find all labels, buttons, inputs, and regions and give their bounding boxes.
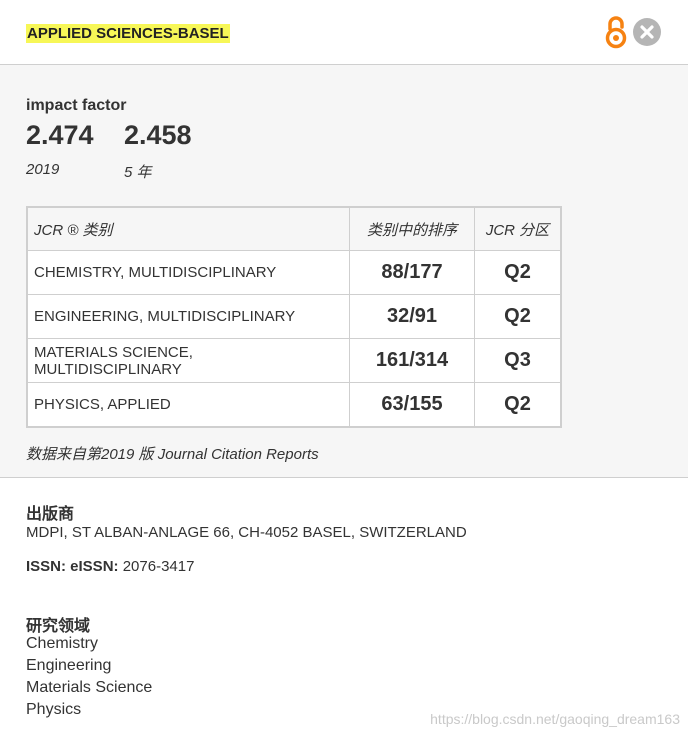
column-header-quartile: JCR 分区 <box>474 206 562 251</box>
issn-value: 2076-3417 <box>118 558 195 575</box>
category-cell: CHEMISTRY, MULTIDISCIPLINARY <box>26 250 350 295</box>
category-cell: PHYSICS, APPLIED <box>26 382 350 428</box>
impact-factor-label: impact factor <box>26 97 127 114</box>
five-year-label: 5 年 <box>124 164 152 181</box>
rank-cell: 32/91 <box>349 294 475 339</box>
quartile-cell: Q2 <box>474 250 562 295</box>
table-row: PHYSICS, APPLIED 63/155 Q2 <box>26 382 562 428</box>
table-row: MATERIALS SCIENCE, MULTIDISCIPLINARY 161… <box>26 338 562 383</box>
table-row: CHEMISTRY, MULTIDISCIPLINARY 88/177 Q2 <box>26 250 562 295</box>
table-row: ENGINEERING, MULTIDISCIPLINARY 32/91 Q2 <box>26 294 562 339</box>
research-areas-title: 研究领域 <box>26 618 91 635</box>
rank-cell: 63/155 <box>349 382 475 428</box>
category-cell: MATERIALS SCIENCE, MULTIDISCIPLINARY <box>26 338 350 383</box>
list-item: Physics <box>26 701 82 718</box>
table-header-row: JCR ® 类别 类别中的排序 JCR 分区 <box>26 206 562 251</box>
list-item: Materials Science <box>26 679 153 696</box>
close-icon[interactable] <box>632 17 662 47</box>
list-item: Engineering <box>26 657 112 674</box>
publisher-title: 出版商 <box>26 506 75 523</box>
journal-header: APPLIED SCIENCES-BASEL <box>0 0 688 65</box>
quartile-cell: Q2 <box>474 382 562 428</box>
issn-label: ISSN: eISSN: <box>26 558 119 575</box>
five-year-impact-factor-value: 2.458 <box>124 120 192 150</box>
quartile-cell: Q3 <box>474 338 562 383</box>
impact-factor-year: 2019 <box>26 161 60 178</box>
column-header-category: JCR ® 类别 <box>26 206 350 251</box>
jcr-category-table: JCR ® 类别 类别中的排序 JCR 分区 CHEMISTRY, MULTID… <box>26 206 562 428</box>
journal-title: APPLIED SCIENCES-BASEL <box>26 24 230 43</box>
impact-factor-value: 2.474 <box>26 120 94 150</box>
rank-cell: 161/314 <box>349 338 475 383</box>
rank-cell: 88/177 <box>349 250 475 295</box>
quartile-cell: Q2 <box>474 294 562 339</box>
publisher-address: MDPI, ST ALBAN-ANLAGE 66, CH-4052 BASEL,… <box>26 524 467 541</box>
issn-line: ISSN: eISSN: 2076-3417 <box>26 558 194 575</box>
impact-factor-panel: impact factor 2.474 2019 2.458 5 年 JCR ®… <box>0 65 688 478</box>
category-cell: ENGINEERING, MULTIDISCIPLINARY <box>26 294 350 339</box>
list-item: Chemistry <box>26 635 99 652</box>
watermark: https://blog.csdn.net/gaoqing_dream163 <box>430 711 680 727</box>
open-access-icon <box>605 16 627 49</box>
column-header-rank: 类别中的排序 <box>349 206 475 251</box>
jcr-source-note: 数据来自第2019 版 Journal Citation Reports <box>26 446 319 463</box>
